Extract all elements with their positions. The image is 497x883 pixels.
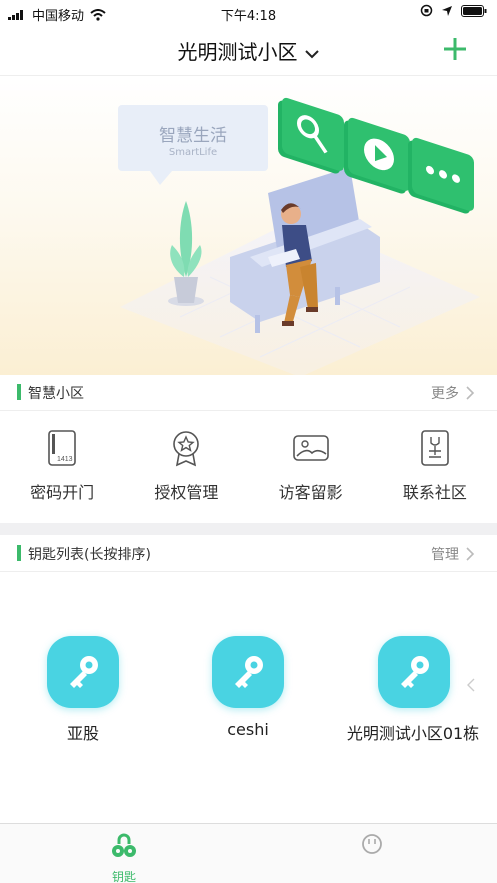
section-accent-bar <box>17 545 21 561</box>
add-button[interactable] <box>441 35 469 63</box>
contact-community-icon <box>421 430 449 466</box>
chevron-right-icon[interactable] <box>466 547 475 561</box>
visitor-photo-button[interactable]: 访客留影 <box>249 411 373 523</box>
smart-community-header: 智慧小区 更多 <box>0 375 497 411</box>
grid-label: 授权管理 <box>154 483 219 502</box>
keys-tab-icon <box>112 833 136 857</box>
tab-bar: 钥匙 <box>0 823 497 883</box>
orientation-lock-icon <box>420 4 433 17</box>
key-list: 亚股 ceshi 光明测试小区01栋 <box>0 636 497 746</box>
key-icon <box>70 656 98 688</box>
key-icon-tile <box>378 636 450 708</box>
location-icon <box>442 5 452 16</box>
photo-icon <box>292 435 329 461</box>
banner[interactable]: 智慧生活 SmartLife <box>0 77 497 375</box>
section-title: 智慧小区 <box>28 386 84 402</box>
tab-profile[interactable] <box>312 832 432 866</box>
key-card[interactable]: 光明测试小区01栋 <box>344 636 484 744</box>
key-card[interactable]: 亚股 <box>13 636 153 744</box>
key-icon-tile <box>47 636 119 708</box>
key-list-header: 钥匙列表(长按排序) 管理 <box>0 536 497 572</box>
authorization-management-button[interactable]: 授权管理 <box>124 411 248 523</box>
svg-text:1413: 1413 <box>57 456 73 463</box>
battery-icon <box>461 4 487 17</box>
key-name: ceshi <box>227 720 269 739</box>
smart-community-grid: 1413 密码开门 授权管理 访客留影 联系社区 <box>0 411 497 523</box>
chevron-right-icon[interactable] <box>466 386 475 400</box>
bubble-subtitle: SmartLife <box>168 147 218 158</box>
key-name: 光明测试小区01栋 <box>346 724 480 743</box>
tab-keys[interactable]: 钥匙 <box>64 832 184 883</box>
contact-community-button[interactable]: 联系社区 <box>373 411 497 523</box>
password-door-button[interactable]: 1413 密码开门 <box>0 411 124 523</box>
key-icon <box>401 656 429 688</box>
manage-link[interactable]: 管理 <box>431 544 459 564</box>
key-icon <box>235 656 263 688</box>
tab-label: 钥匙 <box>111 870 136 883</box>
top-nav: 光明测试小区 <box>0 26 497 76</box>
chevron-down-icon <box>304 49 319 58</box>
grid-label: 密码开门 <box>30 483 95 502</box>
section-title: 钥匙列表(长按排序) <box>28 547 151 563</box>
star-badge-icon <box>173 431 200 467</box>
key-card[interactable]: ceshi <box>178 636 318 739</box>
keypad-door-icon: 1413 <box>48 430 76 466</box>
more-link[interactable]: 更多 <box>431 383 459 403</box>
grid-label: 访客留影 <box>278 483 343 502</box>
page-title: 光明测试小区 <box>177 40 298 64</box>
profile-tab-icon <box>362 834 382 854</box>
section-accent-bar <box>17 384 21 400</box>
key-name: 亚股 <box>66 724 99 743</box>
bubble-title: 智慧生活 <box>159 126 227 146</box>
section-divider <box>0 523 497 535</box>
community-selector[interactable]: 光明测试小区 <box>0 36 497 65</box>
status-bar: 中国移动 下午4:18 <box>0 0 497 26</box>
scroll-hint-chevron-icon <box>467 678 475 692</box>
grid-label: 联系社区 <box>402 483 467 502</box>
key-icon-tile <box>212 636 284 708</box>
